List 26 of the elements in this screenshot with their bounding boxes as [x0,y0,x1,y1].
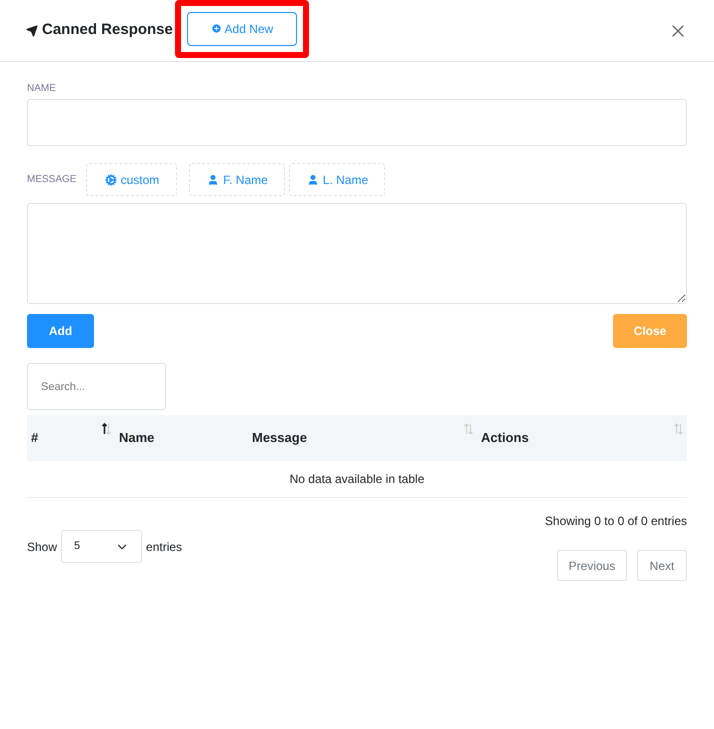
column-header[interactable]: # [31,428,38,448]
field-label: MESSAGE [27,173,76,187]
name-field[interactable] [27,99,687,146]
field-label: NAME [27,82,57,96]
send-icon [26,24,38,36]
column-header[interactable]: Message [252,428,307,448]
token-button[interactable]: F. Name [189,163,286,196]
column-header[interactable]: Name [119,428,154,448]
token-button[interactable]: custom [86,163,178,196]
token-button[interactable]: L. Name [289,163,386,196]
table-info: Showing 0 to 0 of 0 entries [544,513,687,530]
add-new-button[interactable]: Add New [186,12,297,46]
dialog-title: Canned Response [42,20,173,40]
user-icon [207,174,220,186]
column-header[interactable]: Actions [481,428,529,448]
previous-button[interactable]: Previous [557,550,627,581]
show-label: Show [27,538,58,556]
message-field[interactable] [27,203,687,304]
page-size-select[interactable]: 5 [61,530,142,563]
plus-icon [210,23,222,34]
empty-message: No data available in table [290,471,424,488]
next-button[interactable]: Next [637,550,687,581]
user-icon [306,174,319,186]
search-field[interactable]: Search... [27,363,166,410]
entries-label: entries [146,538,182,556]
add-button[interactable]: Add [27,314,94,348]
